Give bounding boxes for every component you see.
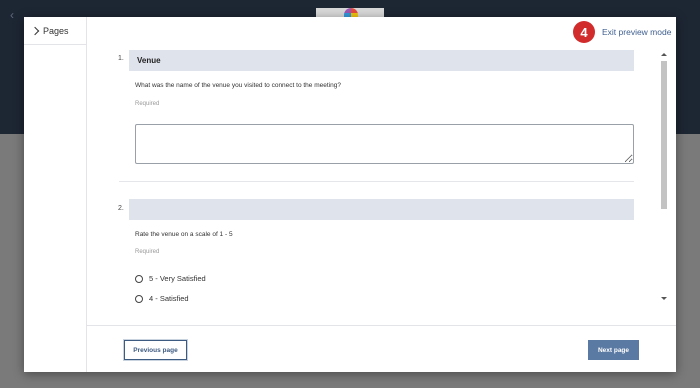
exit-preview-link[interactable]: Exit preview mode: [602, 27, 671, 37]
required-label: Required: [135, 249, 160, 255]
radio-option[interactable]: 5 - Very Satisfied: [135, 274, 206, 283]
survey-preview: 4 Exit preview mode 1. Venue What was th…: [87, 17, 676, 372]
question-title-bar: [129, 199, 634, 220]
question-divider: [119, 181, 634, 182]
pages-sidebar: Pages: [24, 17, 87, 372]
previous-page-button[interactable]: Previous page: [124, 340, 187, 360]
radio-option-label: 4 - Satisfied: [149, 294, 189, 303]
pages-label: Pages: [43, 25, 69, 36]
scrollbar-thumb[interactable]: [661, 61, 667, 209]
preview-header: 4 Exit preview mode: [87, 17, 676, 47]
radio-option-label: 5 - Very Satisfied: [149, 274, 206, 283]
radio-button[interactable]: [135, 294, 143, 303]
question-title: Venue: [137, 56, 161, 65]
question-text: What was the name of the venue you visit…: [135, 82, 341, 89]
radio-button[interactable]: [135, 274, 143, 283]
preview-modal: Pages 4 Exit preview mode 1. Venue What …: [24, 17, 676, 372]
radio-option[interactable]: 4 - Satisfied: [135, 294, 189, 303]
chevron-right-icon: [30, 26, 40, 35]
pages-toggle[interactable]: Pages: [24, 17, 86, 45]
question-number: 2.: [118, 205, 124, 212]
required-label: Required: [135, 101, 160, 107]
questions-scroll-area[interactable]: 1. Venue What was the name of the venue …: [87, 47, 676, 324]
venue-answer-textarea[interactable]: [135, 124, 634, 164]
question-number: 1.: [118, 55, 124, 62]
preview-footer: Previous page Next page: [87, 325, 676, 372]
step-badge: 4: [573, 21, 595, 43]
vertical-scrollbar[interactable]: [660, 53, 668, 305]
scroll-up-arrow-icon[interactable]: [661, 53, 667, 56]
question-text: Rate the venue on a scale of 1 - 5: [135, 231, 233, 238]
scroll-down-arrow-icon[interactable]: [661, 297, 667, 300]
back-arrow-icon: ‹: [10, 8, 14, 22]
question-title-bar: Venue: [129, 50, 634, 71]
next-page-button[interactable]: Next page: [588, 340, 639, 360]
